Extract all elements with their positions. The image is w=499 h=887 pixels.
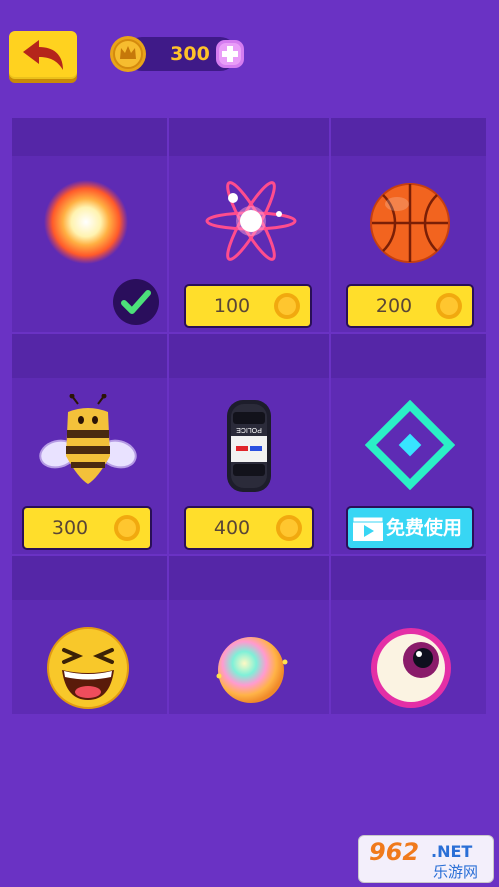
laughing-face-icon [47,627,129,709]
cell-header [331,118,486,156]
rainbow-ball-icon [216,637,288,703]
video-button-label: 免费使用 [386,517,463,539]
plus-icon[interactable] [215,39,245,69]
skin-cell-neon-diamond[interactable]: 免费使用 [331,334,486,554]
coin-icon [274,293,300,319]
coin-count: 300 [170,43,210,65]
cell-header [331,334,486,378]
skin-cell-eyeball[interactable] [331,556,486,714]
basketball-icon [370,183,450,263]
cell-header [331,556,486,600]
skin-cell-fireball[interactable] [12,118,167,332]
skin-cell-laughing-face[interactable] [12,556,167,714]
cell-header [169,334,329,378]
back-button[interactable] [9,31,77,79]
police-text: POLICE [236,426,262,433]
skin-cell-rainbow-ball[interactable] [169,556,329,714]
price-label: 100 [213,295,251,317]
skin-cell-atom[interactable]: 100 [169,118,329,332]
buy-button-atom[interactable]: 100 [184,284,312,328]
neon-diamond-icon [365,400,455,490]
back-arrow-icon [23,40,63,70]
cell-header [12,118,167,156]
police-car-icon: POLICE [227,400,271,492]
price-label: 300 [51,517,89,539]
skin-cell-police-car[interactable]: POLICE 400 [169,334,329,554]
cell-header [169,118,329,156]
atom-icon [205,181,297,261]
skin-grid: 100 200 300 POLICE 400 免费使用 [12,118,486,714]
watermark-net: .NET [431,842,473,861]
video-play-icon [352,516,384,541]
bee-icon [39,394,137,484]
selected-check-icon [113,279,159,325]
fireball-icon [44,180,128,264]
site-watermark: 962 .NET 乐游网 [358,835,494,883]
buy-button-police-car[interactable]: 400 [184,506,314,550]
buy-button-bee[interactable]: 300 [22,506,152,550]
cell-header [12,556,167,600]
eyeball-icon [371,628,451,708]
price-label: 400 [213,517,251,539]
skin-cell-bee[interactable]: 300 [12,334,167,554]
watermark-sub: 乐游网 [433,863,479,881]
coin-icon [276,515,302,541]
coin-icon [436,293,462,319]
crown-coin-icon [110,36,146,72]
coin-icon [114,515,140,541]
watermark-number: 962 [369,838,420,866]
buy-button-basketball[interactable]: 200 [346,284,474,328]
cell-header [169,556,329,600]
skin-cell-basketball[interactable]: 200 [331,118,486,332]
price-label: 200 [375,295,413,317]
coin-balance-bar: 300 [110,36,244,72]
cell-header [12,334,167,378]
watch-video-button[interactable]: 免费使用 [346,506,474,550]
